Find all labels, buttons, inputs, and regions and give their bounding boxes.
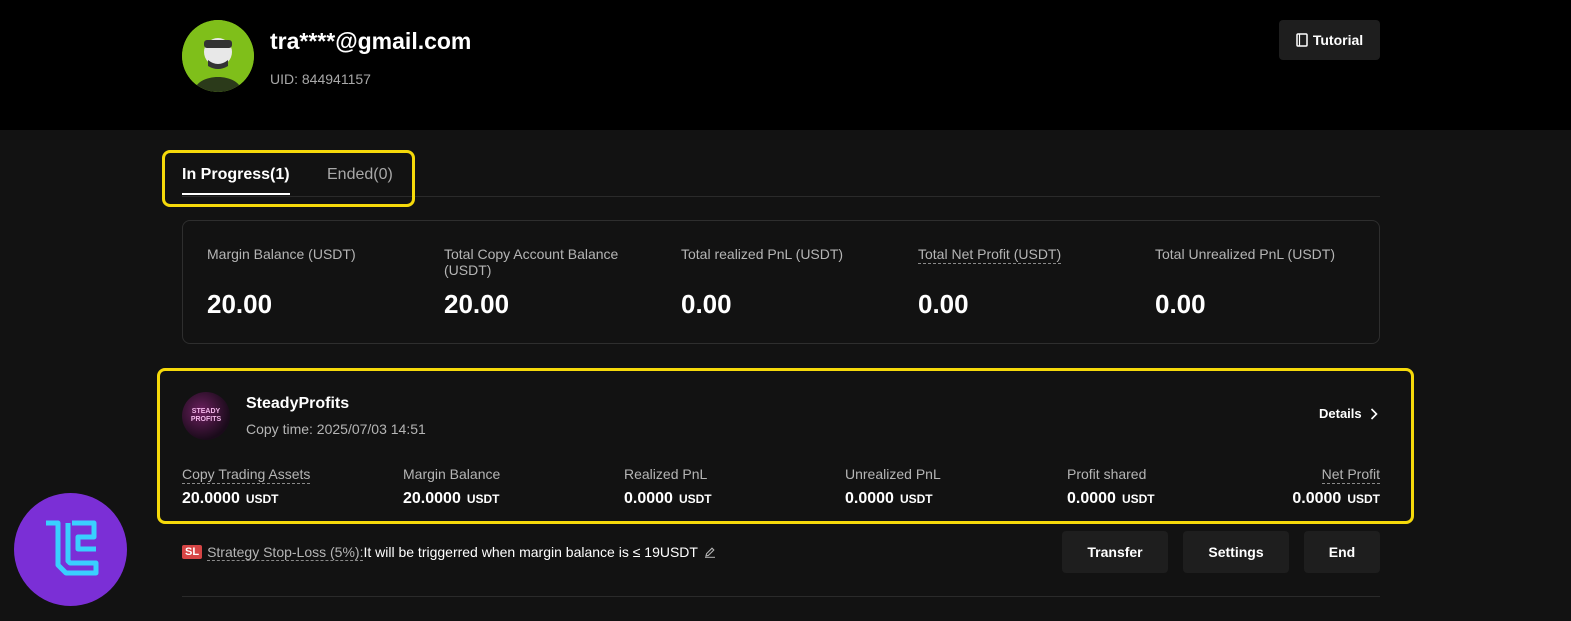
chevron-right-icon <box>1370 407 1378 420</box>
metric-value: 0.0000 <box>1067 490 1116 507</box>
edit-icon[interactable] <box>704 546 716 558</box>
summary-total-unrealized-pnl: Total Unrealized PnL (USDT) 0.00 <box>1155 246 1355 319</box>
metric-value: 20.0000 <box>182 490 240 507</box>
metric-label: Profit shared <box>1067 466 1147 482</box>
metric-label-tooltip[interactable]: Copy Trading Assets <box>182 466 311 484</box>
metric-label: Realized PnL <box>624 466 708 482</box>
user-uid: UID: 844941157 <box>270 71 371 87</box>
metric-unit: USDT <box>1121 492 1155 506</box>
metric-realized-pnl: Realized PnL 0.0000 USDT <box>624 466 712 508</box>
summary-margin-balance: Margin Balance (USDT) 20.00 <box>207 246 407 319</box>
metric-label: Unrealized PnL <box>845 466 941 482</box>
avatar-person-icon <box>182 20 254 92</box>
account-summary-card: Margin Balance (USDT) 20.00 Total Copy A… <box>182 220 1380 344</box>
summary-label: Total realized PnL (USDT) <box>681 246 844 262</box>
tutorial-label: Tutorial <box>1312 32 1364 48</box>
profile-header: tra****@gmail.com UID: 844941157 Tutoria… <box>0 0 1571 130</box>
summary-total-copy-balance: Total Copy Account Balance (USDT) 20.00 <box>444 246 644 319</box>
summary-value: 0.00 <box>681 289 732 319</box>
status-tabs: In Progress(1) Ended(0) <box>182 150 1380 197</box>
strategy-highlight-box <box>157 368 1414 524</box>
metric-net-profit: Net Profit 0.0000 USDT <box>1292 466 1380 508</box>
tab-in-progress[interactable]: In Progress(1) <box>182 166 290 195</box>
stop-loss-link[interactable]: Strategy Stop-Loss (5%): <box>207 544 364 561</box>
metric-unit: USDT <box>466 492 500 506</box>
summary-value: 0.00 <box>1155 289 1206 319</box>
book-icon <box>1296 33 1308 47</box>
metric-value: 0.0000 <box>624 490 673 507</box>
summary-value: 0.00 <box>918 289 969 319</box>
summary-label: Total Unrealized PnL (USDT) <box>1155 246 1335 262</box>
sl-badge: SL <box>182 545 203 559</box>
metric-label: Margin Balance <box>403 466 501 482</box>
metric-unrealized-pnl: Unrealized PnL 0.0000 USDT <box>845 466 941 508</box>
watermark-logo <box>14 493 127 606</box>
summary-total-realized-pnl: Total realized PnL (USDT) 0.00 <box>681 246 881 319</box>
end-button[interactable]: End <box>1304 531 1380 573</box>
settings-button[interactable]: Settings <box>1183 531 1289 573</box>
tutorial-button[interactable]: Tutorial <box>1279 20 1380 60</box>
metric-value: 20.0000 <box>403 490 461 507</box>
metric-unit: USDT <box>678 492 712 506</box>
divider <box>182 596 1380 597</box>
trader-logo: STEADY PROFITS <box>182 392 230 440</box>
metric-unit: USDT <box>1347 492 1380 506</box>
metric-copy-trading-assets: Copy Trading Assets 20.0000 USDT <box>182 466 311 508</box>
summary-total-net-profit: Total Net Profit (USDT) 0.00 <box>918 246 1118 319</box>
details-label: Details <box>1319 406 1362 421</box>
avatar <box>182 20 254 92</box>
tc-logo-icon <box>46 520 99 576</box>
metric-unit: USDT <box>245 492 279 506</box>
stop-loss-row: SL Strategy Stop-Loss (5%): It will be t… <box>182 543 716 561</box>
trader-name[interactable]: SteadyProfits <box>246 395 349 413</box>
metric-profit-shared: Profit shared 0.0000 USDT <box>1067 466 1155 508</box>
metric-value: 0.0000 <box>1292 490 1342 507</box>
metric-value: 0.0000 <box>845 490 894 507</box>
summary-label-tooltip[interactable]: Total Net Profit (USDT) <box>918 246 1062 264</box>
copy-time: Copy time: 2025/07/03 14:51 <box>246 421 426 437</box>
metric-margin-balance: Margin Balance 20.0000 USDT <box>403 466 500 508</box>
summary-value: 20.00 <box>444 289 510 319</box>
tab-ended[interactable]: Ended(0) <box>327 166 393 184</box>
summary-value: 20.00 <box>207 289 273 319</box>
summary-label: Margin Balance (USDT) <box>207 246 356 262</box>
user-email: tra****@gmail.com <box>270 28 472 54</box>
details-link[interactable]: Details <box>1319 406 1378 421</box>
transfer-button[interactable]: Transfer <box>1062 531 1168 573</box>
stop-loss-text: It will be triggerred when margin balanc… <box>363 544 698 560</box>
metric-unit: USDT <box>899 492 933 506</box>
metric-label-tooltip[interactable]: Net Profit <box>1321 466 1380 484</box>
summary-label: Total Copy Account Balance (USDT) <box>444 246 619 278</box>
